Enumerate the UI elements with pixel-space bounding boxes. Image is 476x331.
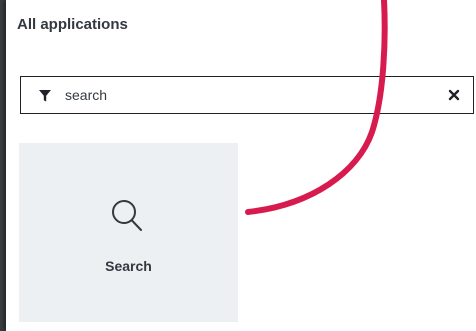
panel-title: All applications (17, 16, 128, 33)
filter-box (20, 76, 474, 114)
applications-panel: All applications Search (6, 0, 476, 331)
app-tile-label: Search (105, 258, 152, 274)
app-tile-search[interactable]: Search (19, 143, 238, 322)
filter-input[interactable] (65, 84, 425, 106)
filter-icon (38, 89, 52, 103)
search-icon (110, 198, 144, 234)
close-icon[interactable] (447, 88, 461, 102)
